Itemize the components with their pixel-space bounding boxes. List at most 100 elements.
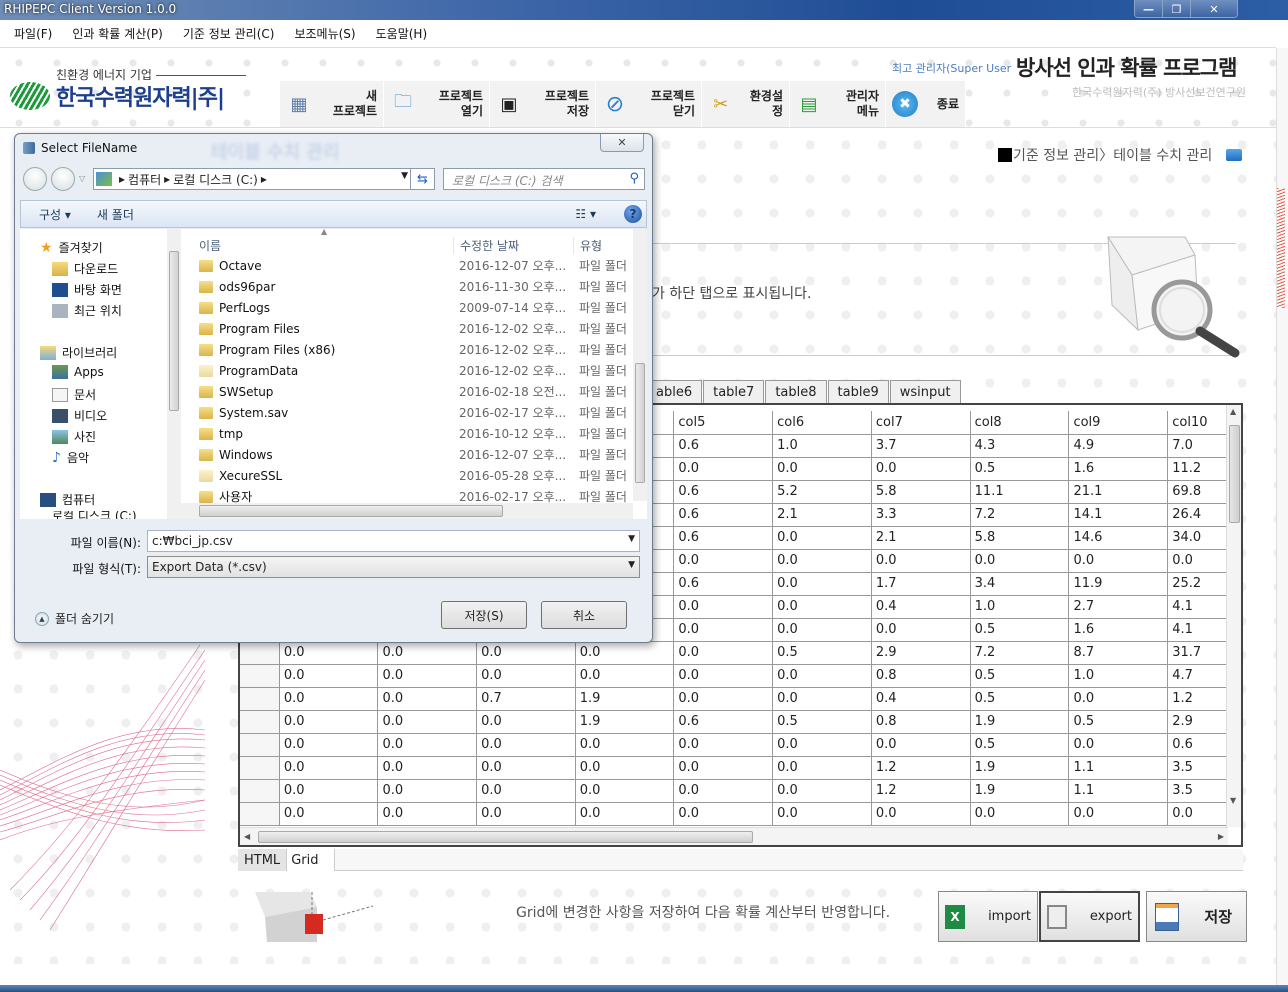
grid-cell[interactable]: 2.1 xyxy=(772,502,872,527)
grid-cell[interactable]: 0.0 xyxy=(673,732,774,757)
row-header[interactable] xyxy=(240,663,280,688)
grid-hscroll-thumb[interactable] xyxy=(258,831,753,843)
filetype-dropdown-icon[interactable]: ▼ xyxy=(628,560,635,570)
file-row[interactable]: ods96par 2016-11-30 오후... 파일 폴더 xyxy=(181,276,631,297)
organize-button[interactable]: 구성 ▾ xyxy=(39,206,71,223)
menu-reference-info[interactable]: 기준 정보 관리(C) xyxy=(183,25,275,42)
grid-cell[interactable]: 0.0 xyxy=(673,801,774,826)
grid-cell[interactable]: 0.5 xyxy=(969,617,1070,642)
search-icon[interactable]: ⚲ xyxy=(629,171,639,186)
nav-documents[interactable]: 문서 xyxy=(52,386,96,403)
tab-table6[interactable]: able6 xyxy=(646,380,703,403)
search-input[interactable]: 로컬 디스크 (C:) 검색 ⚲ xyxy=(443,168,645,190)
grid-cell[interactable]: 0.6 xyxy=(673,479,774,504)
grid-cell[interactable]: 3.5 xyxy=(1167,755,1228,780)
grid-horizontal-scrollbar[interactable]: ◀ ▶ xyxy=(240,827,1228,845)
grid-cell[interactable]: 1.6 xyxy=(1068,456,1169,481)
grid-cell[interactable]: 0.0 xyxy=(772,778,872,803)
grid-cell[interactable]: 0.5 xyxy=(772,640,872,665)
grid-cell[interactable]: 0.0 xyxy=(574,801,675,826)
address-bar[interactable]: ▸ 컴퓨터 ▸ 로컬 디스크 (C:) ▸ ▼ xyxy=(93,168,411,190)
grid-cell[interactable]: 0.5 xyxy=(969,456,1070,481)
grid-cell[interactable]: 0.5 xyxy=(1068,709,1169,734)
grid-cell[interactable]: 0.0 xyxy=(673,663,774,688)
nav-computer[interactable]: 컴퓨터 xyxy=(40,491,95,508)
grid-cell[interactable]: 25.2 xyxy=(1167,571,1228,596)
grid-cell[interactable]: 5.8 xyxy=(969,525,1070,550)
grid-column-header[interactable]: col10 xyxy=(1167,411,1228,435)
tab-table8[interactable]: table8 xyxy=(765,380,827,403)
grid-cell[interactable]: 1.7 xyxy=(870,571,971,596)
menu-help[interactable]: 도움말(H) xyxy=(376,25,428,42)
grid-cell[interactable]: 0.8 xyxy=(870,663,971,688)
grid-column-header[interactable]: col8 xyxy=(969,411,1070,435)
grid-cell[interactable]: 4.9 xyxy=(1068,433,1169,458)
grid-cell[interactable]: 0.5 xyxy=(969,732,1070,757)
grid-cell[interactable]: 0.0 xyxy=(772,663,872,688)
grid-cell[interactable]: 0.0 xyxy=(476,801,576,826)
column-header-type[interactable]: 유형 xyxy=(573,237,602,254)
address-dropdown-icon[interactable]: ▼ xyxy=(401,171,408,181)
scroll-left-icon[interactable]: ◀ xyxy=(244,832,250,841)
import-button[interactable]: X import xyxy=(938,891,1038,942)
grid-cell[interactable]: 0.0 xyxy=(772,571,872,596)
settings-button[interactable]: ✂ 환경설정 xyxy=(702,81,790,127)
nav-music[interactable]: ♪ 음악 xyxy=(52,449,89,466)
grid-cell[interactable]: 5.2 xyxy=(772,479,872,504)
grid-cell[interactable]: 0.0 xyxy=(476,709,576,734)
nav-local-disk[interactable]: 로컬 디스크 (C:) xyxy=(52,511,137,519)
nav-scroll-thumb[interactable] xyxy=(169,251,179,411)
grid-cell[interactable]: 7.0 xyxy=(1167,433,1228,458)
menu-aux[interactable]: 보조메뉴(S) xyxy=(294,25,355,42)
grid-cell[interactable]: 0.7 xyxy=(476,686,576,711)
grid-cell[interactable]: 26.4 xyxy=(1167,502,1228,527)
grid-cell[interactable]: 0.0 xyxy=(1068,548,1169,573)
refresh-button[interactable]: ⇆ xyxy=(411,168,435,190)
grid-cell[interactable]: 21.1 xyxy=(1068,479,1169,504)
grid-cell[interactable]: 0.0 xyxy=(673,456,774,481)
grid-cell[interactable]: 0.5 xyxy=(772,709,872,734)
file-hscroll-thumb[interactable] xyxy=(199,505,503,517)
scroll-up-icon[interactable]: ▲ xyxy=(1230,407,1236,416)
grid-cell[interactable]: 4.7 xyxy=(1167,663,1228,688)
grid-cell[interactable]: 2.7 xyxy=(1068,594,1169,619)
grid-cell[interactable]: 0.0 xyxy=(278,732,379,757)
row-header[interactable] xyxy=(240,755,280,780)
nav-downloads[interactable]: 다운로드 xyxy=(52,260,118,277)
file-row[interactable]: Octave 2016-12-07 오후... 파일 폴더 xyxy=(181,255,631,276)
nav-libraries[interactable]: 라이브러리 xyxy=(40,344,117,361)
dialog-cancel-button[interactable]: 취소 xyxy=(541,601,627,629)
forward-button[interactable] xyxy=(51,167,75,191)
grid-cell[interactable]: 0.0 xyxy=(377,801,478,826)
grid-cell[interactable]: 0.0 xyxy=(870,732,971,757)
grid-cell[interactable]: 7.2 xyxy=(969,502,1070,527)
grid-cell[interactable]: 0.0 xyxy=(969,548,1070,573)
row-header[interactable] xyxy=(240,709,280,734)
grid-cell[interactable]: 0.0 xyxy=(870,548,971,573)
dialog-save-button[interactable]: 저장(S) xyxy=(441,601,527,629)
grid-cell[interactable]: 0.0 xyxy=(772,686,872,711)
tab-html[interactable]: HTML xyxy=(238,849,288,871)
grid-cell[interactable]: 0.0 xyxy=(1068,801,1169,826)
grid-vertical-scrollbar[interactable]: ▲ ▼ xyxy=(1226,405,1241,827)
grid-cell[interactable]: 0.6 xyxy=(673,709,774,734)
filetype-select[interactable]: Export Data (*.csv) ▼ xyxy=(147,556,640,578)
grid-cell[interactable]: 8.7 xyxy=(1068,640,1169,665)
grid-cell[interactable]: 1.9 xyxy=(969,755,1070,780)
grid-cell[interactable]: 0.0 xyxy=(772,456,872,481)
open-project-button[interactable]: 🗀 프로젝트 열기 xyxy=(384,81,490,127)
export-button[interactable]: export xyxy=(1039,891,1140,942)
menu-calc[interactable]: 인과 확률 계산(P) xyxy=(72,25,162,42)
filename-dropdown-icon[interactable]: ▼ xyxy=(628,534,635,544)
grid-cell[interactable]: 3.7 xyxy=(870,433,971,458)
help-icon[interactable]: ? xyxy=(624,205,642,223)
new-project-button[interactable]: ▦ 새 프로젝트 xyxy=(280,81,384,127)
back-button[interactable] xyxy=(23,167,47,191)
column-header-name[interactable]: 이름 xyxy=(199,237,221,254)
grid-cell[interactable]: 0.0 xyxy=(476,640,576,665)
grid-cell[interactable]: 0.0 xyxy=(772,755,872,780)
grid-cell[interactable]: 1.2 xyxy=(1167,686,1228,711)
grid-cell[interactable]: 0.0 xyxy=(772,617,872,642)
file-row[interactable]: Windows 2016-12-07 오후... 파일 폴더 xyxy=(181,444,631,465)
grid-cell[interactable]: 4.3 xyxy=(969,433,1070,458)
